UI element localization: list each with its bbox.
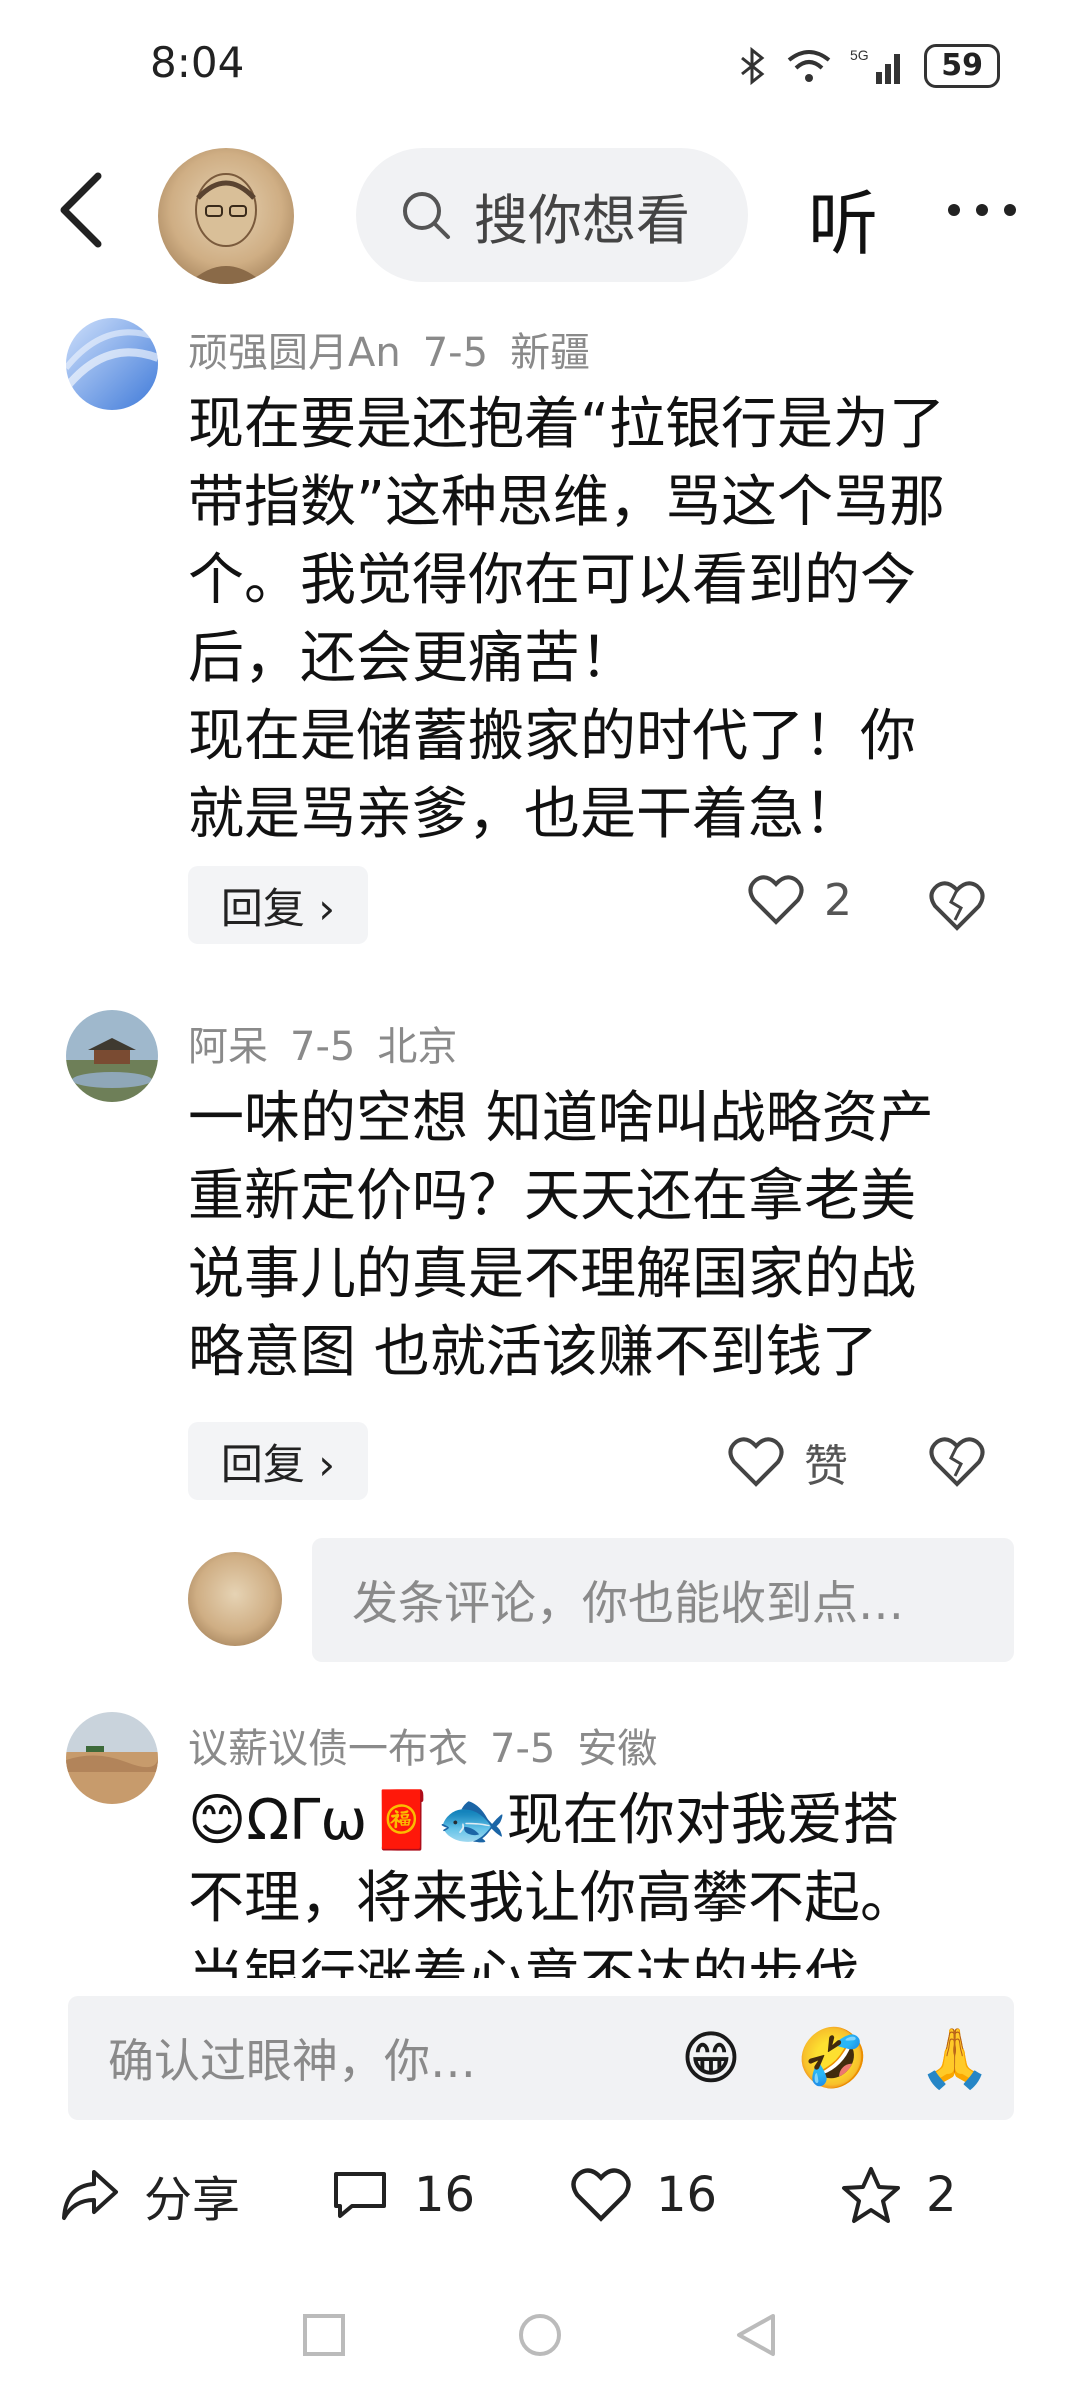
laugh-emoji-button[interactable]: 🤣 <box>794 2024 872 2093</box>
grin-emoji-button[interactable]: 😁 <box>672 2024 750 2092</box>
comment-line: 现在要是还抱着“拉银行是为了 <box>188 392 946 457</box>
comment-date: 7-5 <box>290 1024 356 1070</box>
status-time: 8:04 <box>150 38 245 87</box>
heart-icon <box>571 2168 631 2222</box>
like-button[interactable]: 赞 <box>728 1430 848 1494</box>
system-nav-bar <box>0 2312 1080 2358</box>
battery-indicator: 59 <box>924 44 1000 88</box>
wifi-icon <box>788 50 831 82</box>
listen-button[interactable]: 听 <box>808 168 878 269</box>
comment-input[interactable]: 确认过眼神，你… <box>108 2025 628 2091</box>
comment-bar[interactable]: 确认过眼神，你… 😁 🤣 🙏 <box>68 1996 1014 2120</box>
share-label: 分享 <box>144 2172 241 2228</box>
reply-input[interactable]: 发条评论，你也能收到点… <box>312 1538 1014 1662</box>
bluetooth-icon <box>741 46 765 86</box>
comment-line: 当银行涨着心意不达的步伐 <box>188 1944 860 1978</box>
like-count: 2 <box>824 874 852 926</box>
recent-apps-icon[interactable] <box>301 2312 347 2358</box>
commenter-avatar[interactable] <box>66 1010 158 1102</box>
reply-input-row <box>188 1552 282 1646</box>
comment-line: 说事儿的真是不理解国家的战 <box>188 1242 916 1307</box>
comment-date: 7-5 <box>490 1726 556 1772</box>
network-label: 5G <box>850 47 869 63</box>
action-bar: 分享 16 16 2 <box>60 2160 1020 2230</box>
comment-body: 一味的空想 知道啥叫战略资产 重新定价吗？天天还在拿老美 说事儿的真是不理解国家… <box>188 1080 1008 1392</box>
comment-location: 北京 <box>377 1024 458 1070</box>
broken-heart-icon[interactable] <box>928 1432 986 1490</box>
heart-icon <box>748 875 804 925</box>
status-icons: 5G 59 <box>738 44 1000 88</box>
reply-button[interactable]: 回复 › <box>188 866 368 944</box>
search-icon <box>403 192 450 239</box>
commenter-avatar[interactable] <box>66 1712 158 1804</box>
comment-icon <box>334 2172 386 2218</box>
like-post-button[interactable]: 16 <box>570 2167 840 2223</box>
comment-line: 就是骂亲爹，也是干着急！ <box>188 782 860 847</box>
comment-meta: 顽强圆月An 7-5 新疆 <box>188 320 590 378</box>
back-icon[interactable] <box>54 170 114 250</box>
comment-location: 新疆 <box>510 330 591 376</box>
like-button[interactable]: 2 <box>748 874 852 926</box>
comment-body: 😊ΩΓω🧧🐟现在你对我爱搭 不理，将来我让你高攀不起。 当银行涨着心意不达的步伐 <box>188 1782 1008 1978</box>
comment-body: 现在要是还抱着“拉银行是为了 带指数”这种思维，骂这个骂那 个。我觉得你在可以看… <box>188 386 1008 854</box>
comment-line: 一味的空想 知道啥叫战略资产 <box>188 1086 934 1151</box>
comment-line: 个。我觉得你在可以看到的今 <box>188 548 916 613</box>
like-count: 16 <box>656 2167 718 2223</box>
comment-date: 7-5 <box>422 330 489 376</box>
more-icon[interactable] <box>948 204 1016 216</box>
comment-location: 安徽 <box>577 1726 658 1772</box>
heart-icon <box>728 1437 784 1487</box>
comment-line: 重新定价吗？天天还在拿老美 <box>188 1164 916 1229</box>
reply-button[interactable]: 回复 › <box>188 1422 368 1500</box>
share-icon <box>62 2170 118 2220</box>
like-label: 赞 <box>804 1441 848 1492</box>
comment-line: 带指数”这种思维，骂这个骂那 <box>188 470 946 535</box>
commenter-avatar[interactable] <box>66 318 158 410</box>
comment-meta: 议薪议债一布衣 7-5 安徽 <box>188 1716 657 1774</box>
comment-meta: 阿呆 7-5 北京 <box>188 1014 457 1072</box>
search-placeholder: 搜你想看 <box>474 188 690 252</box>
search-box[interactable]: 搜你想看 <box>356 148 748 282</box>
comment-line: 略意图 也就活该赚不到钱了 <box>188 1320 878 1385</box>
comment-count: 16 <box>414 2167 476 2223</box>
comment-line: 不理，将来我让你高攀不起。 <box>188 1866 916 1931</box>
signal-icon: 5G <box>850 47 901 84</box>
comment-line: 😊ΩΓω🧧🐟现在你对我爱搭 <box>188 1788 899 1853</box>
comment-line: 现在是储蓄搬家的时代了！你 <box>188 704 916 769</box>
star-icon <box>842 2167 900 2223</box>
broken-heart-icon[interactable] <box>928 876 986 934</box>
home-icon[interactable] <box>517 2312 563 2358</box>
comments-button[interactable]: 16 <box>330 2167 570 2223</box>
self-avatar <box>188 1552 282 1646</box>
author-avatar[interactable] <box>158 148 294 284</box>
comment-line: 后，还会更痛苦！ <box>188 626 636 691</box>
favorite-button[interactable]: 2 <box>840 2165 957 2225</box>
comment-username[interactable]: 议薪议债一布衣 <box>188 1726 468 1772</box>
comment-username[interactable]: 阿呆 <box>188 1024 268 1070</box>
pray-emoji-button[interactable]: 🙏 <box>916 2024 994 2093</box>
comment-username[interactable]: 顽强圆月An <box>188 330 401 376</box>
favorite-count: 2 <box>926 2167 957 2223</box>
share-button[interactable]: 分享 <box>60 2160 330 2230</box>
nav-back-icon[interactable] <box>733 2312 779 2358</box>
